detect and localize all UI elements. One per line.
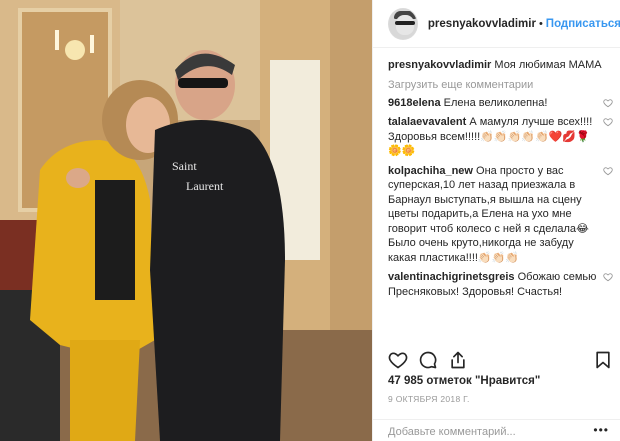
comment-heart-icon[interactable]	[603, 272, 613, 282]
bookmark-icon[interactable]	[593, 350, 613, 370]
comment-heart-icon[interactable]	[603, 166, 613, 176]
svg-text:Laurent: Laurent	[186, 179, 224, 193]
comment-heart-icon[interactable]	[603, 98, 613, 108]
caption-text: Моя любимая МАМА	[494, 59, 602, 71]
comment-icon[interactable]	[418, 350, 438, 370]
caption-username[interactable]: presnyakovvladimir	[388, 59, 491, 71]
header-separator: •	[538, 17, 543, 30]
list-item: talalaevavalent А мамуля лучше всех!!!! …	[388, 115, 613, 159]
likes-count[interactable]: 47 985 отметок "Нравится"	[388, 375, 540, 387]
share-icon[interactable]	[448, 350, 468, 370]
post-photo-image: Saint Laurent	[0, 0, 372, 441]
instagram-post: Saint Laurent presnyakovvladimir • Подпи…	[0, 0, 620, 441]
load-more-comments-link[interactable]: Загрузить еще комментарии	[388, 79, 613, 91]
comment-username[interactable]: talalaevavalent	[388, 116, 466, 128]
comment-text: Елена великолепна!	[443, 96, 548, 109]
post-header: presnyakovvladimir • Подписаться	[373, 0, 620, 48]
heart-icon[interactable]	[388, 350, 408, 370]
list-item: 9618elena Елена великолепна!	[388, 96, 613, 111]
add-comment-bar: •••	[373, 419, 620, 441]
comment-username[interactable]: kolpachiha_new	[388, 165, 473, 177]
follow-button[interactable]: Подписаться	[546, 18, 620, 30]
post-photo[interactable]: Saint Laurent	[0, 0, 372, 441]
comment-username[interactable]: 9618elena	[388, 97, 441, 109]
post-date[interactable]: 9 ОКТЯБРЯ 2018 Г.	[388, 394, 470, 404]
comment-input[interactable]	[388, 425, 573, 439]
list-item: kolpachiha_new Она просто у вас суперска…	[388, 164, 613, 266]
more-options-button[interactable]: •••	[593, 423, 609, 437]
comment-heart-icon[interactable]	[603, 117, 613, 127]
avatar-face	[396, 14, 414, 35]
post-details-panel: presnyakovvladimir • Подписаться presnya…	[372, 0, 620, 441]
comment-username[interactable]: valentinachigrinetsgreis	[388, 271, 515, 283]
svg-text:Saint: Saint	[172, 159, 197, 173]
post-caption: presnyakovvladimir Моя любимая МАМА	[388, 58, 613, 73]
list-item: valentinachigrinetsgreis Обожаю семью Пр…	[388, 270, 613, 299]
header-username[interactable]: presnyakovvladimir	[428, 18, 536, 30]
comments-list: presnyakovvladimir Моя любимая МАМА Загр…	[388, 58, 613, 304]
avatar[interactable]	[388, 7, 418, 40]
post-actions	[388, 350, 613, 370]
comment-text: Она просто у вас суперская,10 лет назад …	[388, 164, 589, 264]
avatar-glasses	[395, 20, 415, 25]
